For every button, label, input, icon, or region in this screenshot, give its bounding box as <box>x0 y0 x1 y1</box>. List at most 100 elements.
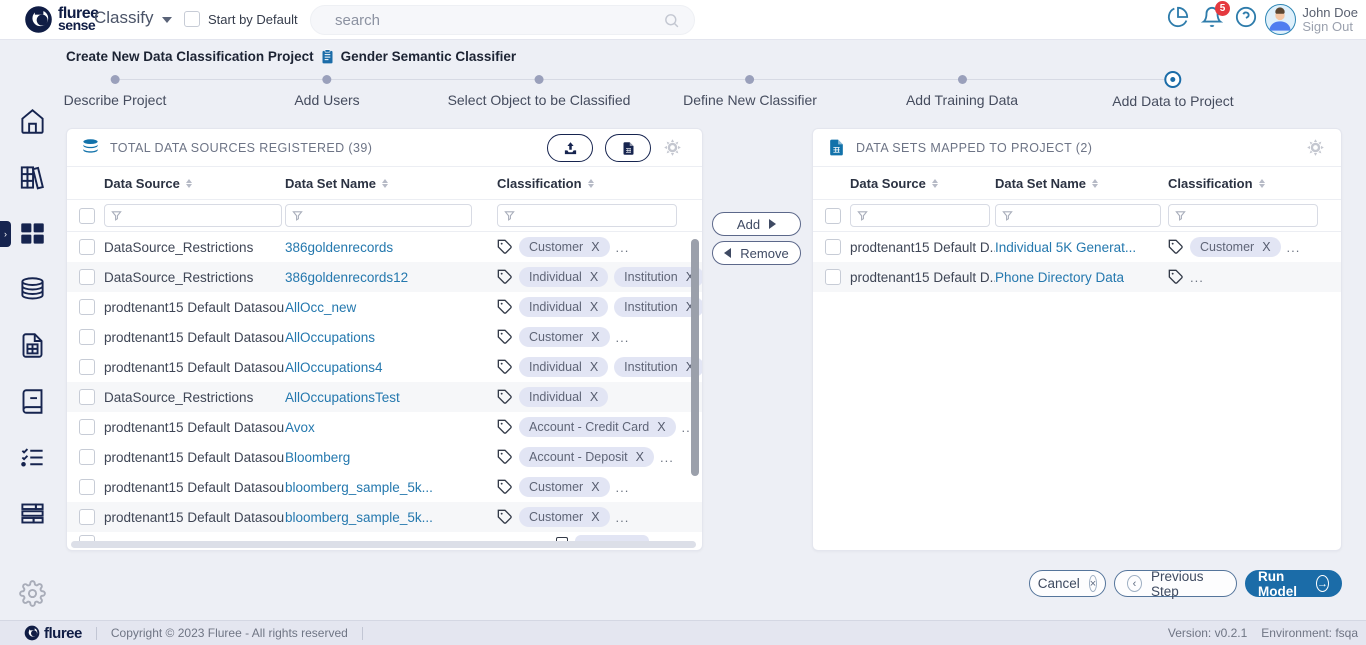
panel-settings-icon[interactable] <box>1306 138 1325 157</box>
start-by-default-checkbox[interactable] <box>184 11 200 27</box>
row-checkbox[interactable] <box>79 299 95 315</box>
remove-tag-icon[interactable]: X <box>636 450 644 464</box>
upload-data-button[interactable] <box>547 134 593 162</box>
dataset-link[interactable]: AllOccupations <box>285 330 375 345</box>
brand-logo[interactable]: fluree sense <box>24 5 99 34</box>
remove-tag-icon[interactable]: X <box>590 270 598 284</box>
column-header-classification[interactable]: Classification <box>497 176 702 191</box>
dataset-link[interactable]: AllOccupations4 <box>285 360 383 375</box>
tag-icon <box>497 359 513 375</box>
sign-out-link[interactable]: Sign Out <box>1302 20 1358 34</box>
sidebar-datasets-icon[interactable] <box>19 332 46 359</box>
remove-button[interactable]: Remove <box>712 241 801 265</box>
help-icon[interactable] <box>1235 6 1257 28</box>
filter-classification-input[interactable] <box>1190 209 1311 223</box>
sidebar-system-settings-icon[interactable] <box>19 580 46 607</box>
more-tags-ellipsis[interactable]: ... <box>1287 240 1301 255</box>
remove-tag-icon[interactable]: X <box>590 300 598 314</box>
more-tags-ellipsis[interactable]: ... <box>1190 270 1204 285</box>
data-source-cell: prodtenant15 Default Datasour <box>104 480 285 495</box>
sidebar-expand-handle[interactable]: › <box>0 221 11 247</box>
remove-tag-icon[interactable]: X <box>591 330 599 344</box>
dataset-link[interactable]: AllOcc_new <box>285 300 356 315</box>
panel-settings-icon[interactable] <box>663 138 682 157</box>
cancel-button[interactable]: Cancel × <box>1029 570 1106 597</box>
dataset-link[interactable]: Bloomberg <box>285 450 350 465</box>
row-checkbox[interactable] <box>79 269 95 285</box>
vertical-scrollbar[interactable] <box>691 239 699 476</box>
remove-tag-icon[interactable]: X <box>657 420 665 434</box>
select-all-checkbox[interactable] <box>79 208 95 224</box>
more-tags-ellipsis[interactable]: ... <box>660 450 674 465</box>
row-checkbox[interactable] <box>79 419 95 435</box>
add-button[interactable]: Add <box>712 212 801 236</box>
remove-tag-icon[interactable]: X <box>1262 240 1270 254</box>
stepper-step[interactable]: Add Users <box>294 70 359 108</box>
filter-funnel-icon <box>504 210 515 221</box>
classification-chip: Individual X <box>519 297 608 317</box>
column-header-data-set-name[interactable]: Data Set Name <box>995 176 1168 191</box>
column-header-data-source[interactable]: Data Source <box>850 176 995 191</box>
dataset-link[interactable]: Individual 5K Generat... <box>995 240 1136 255</box>
remove-tag-icon[interactable]: X <box>591 480 599 494</box>
row-checkbox[interactable] <box>79 509 95 525</box>
sidebar-projects-grid-icon[interactable] <box>19 220 46 247</box>
data-sources-title: TOTAL DATA SOURCES REGISTERED (39) <box>110 141 372 155</box>
row-checkbox[interactable] <box>79 239 95 255</box>
row-checkbox[interactable] <box>79 329 95 345</box>
filter-data-set-name-input[interactable] <box>1017 209 1154 223</box>
stepper-step[interactable]: Select Object to be Classified <box>448 70 631 108</box>
horizontal-scrollbar[interactable] <box>71 541 696 548</box>
notifications-bell-icon[interactable]: 5 <box>1201 6 1223 28</box>
previous-step-button[interactable]: ‹ Previous Step <box>1114 570 1237 597</box>
fluree-penguin-icon <box>24 625 40 641</box>
search-input[interactable] <box>335 12 663 29</box>
dataset-link[interactable]: Phone Directory Data <box>995 270 1124 285</box>
stepper-step[interactable]: Add Data to Project <box>1112 70 1233 109</box>
user-menu[interactable]: John Doe Sign Out <box>1265 4 1358 35</box>
filter-data-set-name-input[interactable] <box>307 209 465 223</box>
dataset-link[interactable]: 386goldenrecords <box>285 240 393 255</box>
select-all-checkbox[interactable] <box>825 208 841 224</box>
dataset-link[interactable]: 386goldenrecords12 <box>285 270 408 285</box>
remove-tag-icon[interactable]: X <box>591 240 599 254</box>
sidebar-tasks-icon[interactable] <box>19 444 46 471</box>
dataset-link[interactable]: Avox <box>285 420 315 435</box>
dataset-link[interactable]: AllOccupationsTest <box>285 390 400 405</box>
row-checkbox[interactable] <box>79 359 95 375</box>
app-menu-dropdown[interactable]: Classify <box>94 8 172 28</box>
dataset-link[interactable]: bloomberg_sample_5k... <box>285 510 433 525</box>
stepper-step[interactable]: Add Training Data <box>906 70 1018 108</box>
sidebar-datasources-icon[interactable] <box>19 276 46 303</box>
tag-icon <box>497 479 513 495</box>
sidebar-catalog-icon[interactable] <box>19 388 46 415</box>
stepper-step[interactable]: Describe Project <box>64 70 167 108</box>
filter-data-source-input[interactable] <box>872 209 983 223</box>
more-tags-ellipsis[interactable]: ... <box>616 330 630 345</box>
run-model-button[interactable]: Run Model → <box>1245 570 1342 597</box>
more-tags-ellipsis[interactable]: ... <box>616 480 630 495</box>
more-tags-ellipsis[interactable]: ... <box>616 510 630 525</box>
stepper-step[interactable]: Define New Classifier <box>683 70 817 108</box>
dataset-link[interactable]: bloomberg_sample_5k... <box>285 480 433 495</box>
filter-data-source-input[interactable] <box>126 209 275 223</box>
sidebar-home-icon[interactable] <box>19 108 46 135</box>
row-checkbox[interactable] <box>825 269 841 285</box>
row-checkbox[interactable] <box>79 449 95 465</box>
column-header-data-set-name[interactable]: Data Set Name <box>285 176 497 191</box>
row-checkbox[interactable] <box>79 479 95 495</box>
column-header-classification[interactable]: Classification <box>1168 176 1341 191</box>
filter-classification-input[interactable] <box>519 209 670 223</box>
remove-tag-icon[interactable]: X <box>591 510 599 524</box>
more-tags-ellipsis[interactable]: ... <box>616 240 630 255</box>
analytics-pie-icon[interactable] <box>1167 6 1189 28</box>
remove-tag-icon[interactable]: X <box>590 360 598 374</box>
column-header-data-source[interactable]: Data Source <box>104 176 285 191</box>
remove-tag-icon[interactable]: X <box>590 390 598 404</box>
sidebar-library-icon[interactable] <box>19 164 46 191</box>
register-file-button[interactable] <box>605 134 651 162</box>
filter-classification <box>497 204 677 227</box>
row-checkbox[interactable] <box>79 389 95 405</box>
sidebar-models-icon[interactable] <box>19 500 46 527</box>
row-checkbox[interactable] <box>825 239 841 255</box>
